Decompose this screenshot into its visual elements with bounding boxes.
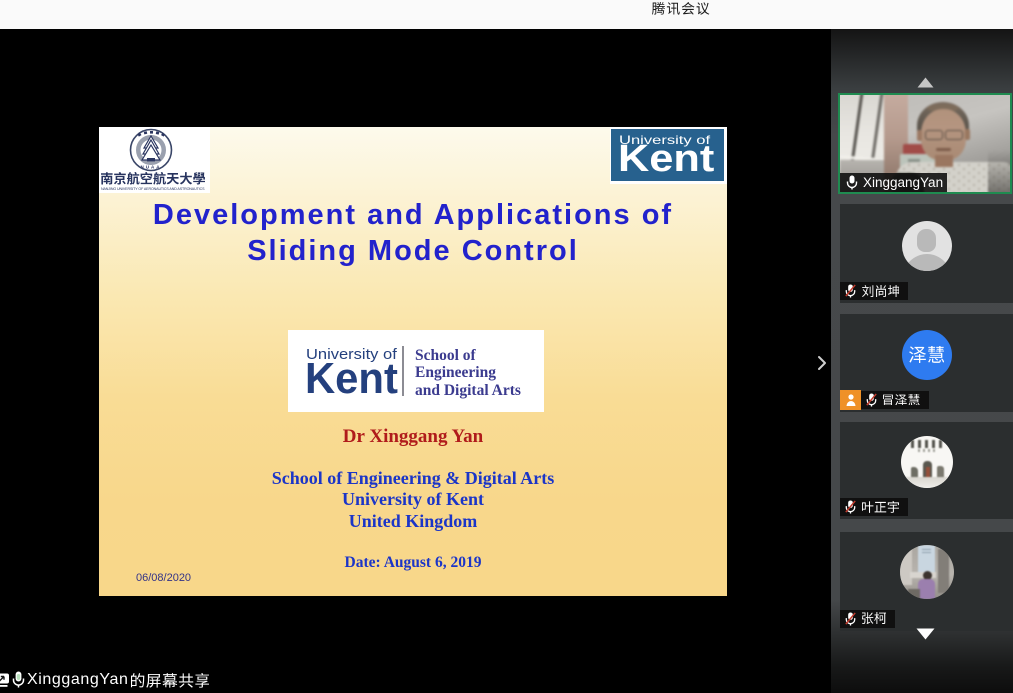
- svg-text:NUAA: NUAA: [141, 165, 162, 170]
